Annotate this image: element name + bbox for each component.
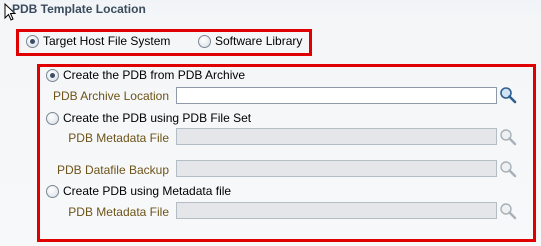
metadata-file-input[interactable]	[176, 202, 497, 219]
radio-button-selected[interactable]	[46, 68, 59, 82]
radio-software-library[interactable]: Software Library	[198, 34, 302, 48]
radio-button-selected[interactable]	[26, 34, 39, 48]
field-label-datafile-backup: PDB Datafile Backup	[56, 163, 169, 177]
radio-label: Target Host File System	[43, 34, 171, 48]
search-icon[interactable]	[499, 128, 517, 146]
datafile-backup-input[interactable]	[176, 160, 497, 177]
field-label-archive-location: PDB Archive Location	[52, 89, 169, 103]
radio-target-host[interactable]: Target Host File System	[26, 34, 170, 48]
radio-button[interactable]	[46, 184, 59, 198]
fileset-metadata-input[interactable]	[176, 128, 497, 145]
search-icon[interactable]	[499, 86, 517, 104]
radio-pdb-file-set[interactable]: Create the PDB using PDB File Set	[46, 111, 251, 125]
field-label-fileset-metadata: PDB Metadata File	[68, 131, 169, 145]
radio-label: Software Library	[215, 34, 303, 48]
search-icon[interactable]	[499, 160, 517, 178]
radio-label: Create the PDB from PDB Archive	[63, 68, 246, 82]
radio-button[interactable]	[46, 111, 59, 125]
radio-pdb-archive[interactable]: Create the PDB from PDB Archive	[46, 68, 245, 82]
field-label-metadata-file: PDB Metadata File	[68, 205, 169, 219]
section-title: PDB Template Location	[12, 2, 146, 16]
radio-metadata-file[interactable]: Create PDB using Metadata file	[46, 184, 231, 198]
radio-button[interactable]	[198, 34, 211, 48]
radio-label: Create the PDB using PDB File Set	[63, 111, 252, 125]
search-icon[interactable]	[499, 202, 517, 220]
archive-location-input[interactable]	[176, 87, 497, 104]
radio-label: Create PDB using Metadata file	[63, 184, 232, 198]
